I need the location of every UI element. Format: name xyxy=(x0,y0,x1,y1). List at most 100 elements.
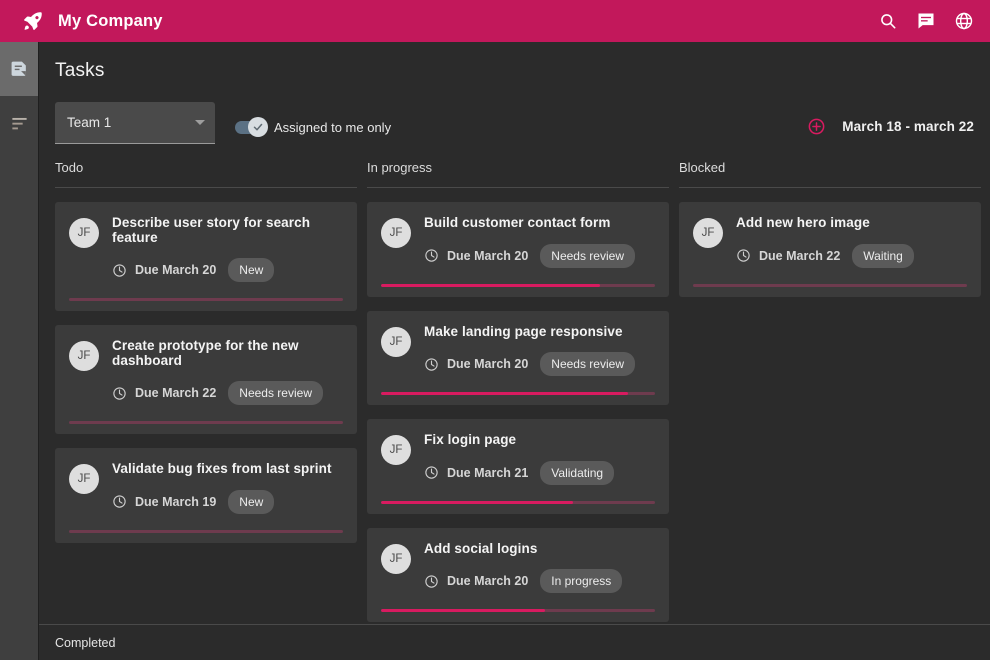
task-progress-fill xyxy=(381,500,573,504)
status-badge[interactable]: In progress xyxy=(540,569,623,594)
body-row: Tasks Team 1 Assigned to me only March 1… xyxy=(0,42,990,660)
task-due-date: Due March 20 xyxy=(447,357,529,372)
task-card-main: Build customer contact form Due March 20 N… xyxy=(424,215,655,268)
toolbar: Team 1 Assigned to me only March 18 - ma… xyxy=(39,82,990,144)
task-card[interactable]: JF Fix login page Due March 21 Validating xyxy=(367,419,669,514)
task-title: Make landing page responsive xyxy=(424,323,623,339)
tasks-icon xyxy=(10,60,29,79)
column-body: JF Add new hero image Due March 22 Waiting xyxy=(679,188,990,297)
task-card[interactable]: JF Build customer contact form Due March 2… xyxy=(367,202,669,297)
task-title: Create prototype for the new dashboard xyxy=(112,338,299,368)
task-card-main: Create prototype for the new dashboard Du… xyxy=(112,338,343,406)
avatar: JF xyxy=(69,341,99,372)
toolbar-right: March 18 - march 22 xyxy=(807,117,974,144)
task-progress-bar xyxy=(693,283,967,287)
task-progress-bar xyxy=(381,500,655,504)
task-card[interactable]: JF Add social logins Due March 20 In progre… xyxy=(367,527,669,623)
main-content: Tasks Team 1 Assigned to me only March 1… xyxy=(39,42,990,660)
sidebar-item-list[interactable] xyxy=(0,96,38,150)
task-due-date: Due March 22 xyxy=(135,386,217,401)
status-badge[interactable]: Needs review xyxy=(540,352,635,377)
task-title: Add new hero image xyxy=(736,215,870,230)
column-title: Blocked xyxy=(679,144,981,188)
clock-icon xyxy=(112,386,127,401)
task-progress-bar xyxy=(381,283,655,287)
date-range: March 18 - march 22 xyxy=(842,119,974,134)
sidebar-item-tasks[interactable] xyxy=(0,42,38,96)
task-title: Validate bug fixes from last sprint xyxy=(112,461,332,477)
column-body: JF Describe user story for search feature… xyxy=(55,188,367,543)
task-title: Add social logins xyxy=(424,540,538,556)
task-meta: Due March 20 Needs review xyxy=(424,243,655,268)
task-progress-fill xyxy=(381,283,601,287)
task-meta: Due March 21 Validating xyxy=(424,460,655,485)
board-scroll: Todo JF Describe user story for search fea… xyxy=(39,144,990,660)
status-badge[interactable]: New xyxy=(228,258,275,283)
task-card-main: Make landing page responsive Due March 20… xyxy=(424,323,655,377)
brand-title: My Company xyxy=(58,11,163,30)
completed-label: Completed xyxy=(55,635,116,650)
task-card[interactable]: JF Describe user story for search feature… xyxy=(55,202,357,312)
task-meta: Due March 20 New xyxy=(112,258,343,283)
task-due-date: Due March 20 xyxy=(447,248,529,263)
task-meta: Due March 19 New xyxy=(112,489,343,514)
column-title: In progress xyxy=(367,144,669,188)
task-title: Describe user story for search feature xyxy=(112,215,311,245)
task-card-top: JF Add new hero image Due March 22 Waiting xyxy=(693,215,967,268)
task-title: Build customer contact form xyxy=(424,215,611,230)
avatar: JF xyxy=(69,218,99,248)
task-card-main: Add new hero image Due March 22 Waiting xyxy=(736,215,967,268)
status-badge[interactable]: Waiting xyxy=(852,243,914,268)
add-circle-icon[interactable] xyxy=(807,117,826,136)
status-badge[interactable]: Needs review xyxy=(540,243,635,268)
task-card[interactable]: JF Add new hero image Due March 22 Waiting xyxy=(679,202,981,297)
column-title: Todo xyxy=(55,144,357,188)
completed-section[interactable]: Completed xyxy=(39,624,990,660)
task-card-top: JF Validate bug fixes from last sprint Due… xyxy=(69,462,343,514)
status-badge[interactable]: New xyxy=(228,489,275,514)
avatar: JF xyxy=(381,543,411,574)
task-meta: Due March 20 Needs review xyxy=(424,352,655,377)
globe-icon[interactable] xyxy=(954,11,974,31)
team-select[interactable]: Team 1 xyxy=(55,102,215,144)
task-meta: Due March 22 Waiting xyxy=(736,243,967,268)
task-card[interactable]: JF Make landing page responsive Due March … xyxy=(367,310,669,406)
sidebar xyxy=(0,42,39,660)
task-card-top: JF Create prototype for the new dashboard… xyxy=(69,338,343,406)
task-card-main: Describe user story for search feature Du… xyxy=(112,215,343,283)
column-body: JF Build customer contact form Due March 2… xyxy=(367,188,679,623)
task-card-top: JF Make landing page responsive Due March … xyxy=(381,323,655,377)
team-select-value: Team 1 xyxy=(67,115,112,130)
clock-icon xyxy=(112,494,127,509)
task-progress-bar xyxy=(69,298,343,302)
task-card[interactable]: JF Validate bug fixes from last sprint Due… xyxy=(55,448,357,543)
avatar: JF xyxy=(381,435,411,466)
assigned-to-me-label: Assigned to me only xyxy=(274,120,392,135)
task-meta: Due March 20 In progress xyxy=(424,569,655,594)
avatar: JF xyxy=(381,218,411,248)
task-title: Fix login page xyxy=(424,432,517,448)
board-column: Blocked JF Add new hero image Due March 22 W… xyxy=(679,144,990,622)
clock-icon xyxy=(424,248,439,263)
status-badge[interactable]: Needs review xyxy=(228,381,323,406)
board-column: In progress JF Build customer contact form… xyxy=(367,144,679,623)
task-progress-bar xyxy=(69,529,343,533)
brand[interactable]: My Company xyxy=(22,10,163,32)
task-due-date: Due March 20 xyxy=(447,574,529,589)
clock-icon xyxy=(736,248,751,263)
clock-icon xyxy=(112,263,127,278)
task-progress-bar xyxy=(381,392,655,396)
toggle-knob xyxy=(248,117,268,137)
clock-icon xyxy=(424,465,439,480)
chat-icon[interactable] xyxy=(916,11,936,31)
task-card[interactable]: JF Create prototype for the new dashboard… xyxy=(55,325,357,435)
task-progress-fill xyxy=(381,609,546,613)
assigned-to-me-toggle[interactable] xyxy=(235,117,268,137)
topbar-actions xyxy=(878,11,974,31)
top-bar: My Company xyxy=(0,0,990,42)
search-icon[interactable] xyxy=(878,11,898,31)
task-card-top: JF Build customer contact form Due March 2… xyxy=(381,215,655,268)
board-column: Todo JF Describe user story for search fea… xyxy=(55,144,367,622)
avatar: JF xyxy=(381,326,411,357)
status-badge[interactable]: Validating xyxy=(540,460,615,485)
